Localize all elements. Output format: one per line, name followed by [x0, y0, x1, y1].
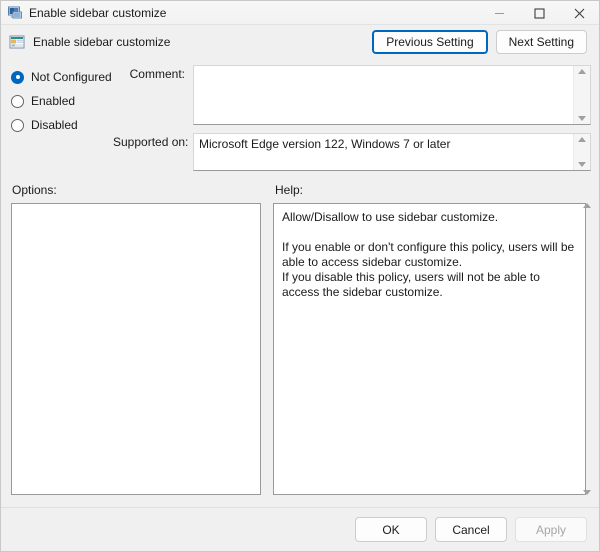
maximize-icon[interactable]: [519, 1, 559, 25]
policy-setting-dialog: Enable sidebar customize: [0, 0, 600, 552]
dialog-scrollbar[interactable]: [578, 203, 595, 495]
supported-on-field[interactable]: Microsoft Edge version 122, Windows 7 or…: [193, 133, 591, 171]
monitor-icon: [7, 5, 23, 21]
supported-on-row: Supported on: Microsoft Edge version 122…: [113, 133, 593, 171]
window-title: Enable sidebar customize: [29, 6, 166, 20]
comment-scrollbar[interactable]: [573, 66, 590, 124]
radio-enabled-mark[interactable]: [11, 95, 24, 108]
window-controls: [479, 1, 599, 25]
scroll-down-icon[interactable]: [578, 116, 586, 121]
help-panel-content: Allow/Disallow to use sidebar customize.…: [274, 204, 585, 306]
radio-disabled[interactable]: Disabled: [11, 113, 111, 137]
radio-enabled-label: Enabled: [31, 94, 75, 108]
footer-buttons: OK Cancel Apply: [355, 517, 587, 542]
help-paragraph-3: If you disable this policy, users will n…: [282, 270, 577, 300]
policy-name: Enable sidebar customize: [33, 35, 170, 49]
radio-enabled[interactable]: Enabled: [11, 89, 111, 113]
state-radio-group: Not Configured Enabled Disabled: [11, 65, 111, 137]
comment-field[interactable]: [193, 65, 591, 125]
radio-disabled-mark[interactable]: [11, 119, 24, 132]
options-panel[interactable]: [11, 203, 261, 495]
apply-button: Apply: [515, 517, 587, 542]
scroll-up-icon[interactable]: [583, 203, 591, 208]
options-label: Options:: [12, 183, 57, 197]
close-icon[interactable]: [559, 1, 599, 25]
panels-area: Allow/Disallow to use sidebar customize.…: [1, 203, 599, 507]
minimize-icon[interactable]: [479, 1, 519, 25]
scroll-up-icon[interactable]: [578, 69, 586, 74]
panel-labels-row: Options: Help:: [1, 177, 599, 203]
help-paragraph-2: If you enable or don't configure this po…: [282, 240, 577, 270]
help-panel[interactable]: Allow/Disallow to use sidebar customize.…: [273, 203, 586, 495]
policy-header-row: Enable sidebar customize Previous Settin…: [1, 25, 599, 59]
help-label: Help:: [275, 183, 303, 197]
scroll-down-icon[interactable]: [578, 162, 586, 167]
cancel-button[interactable]: Cancel: [435, 517, 507, 542]
options-panel-content: [12, 204, 260, 216]
comment-label: Comment:: [113, 65, 185, 125]
radio-not-configured-label: Not Configured: [31, 70, 112, 84]
next-setting-button[interactable]: Next Setting: [496, 30, 587, 54]
setting-nav-buttons: Previous Setting Next Setting: [372, 30, 587, 54]
supported-on-label: Supported on:: [113, 133, 185, 171]
radio-not-configured[interactable]: Not Configured: [11, 65, 111, 89]
comment-row: Comment:: [113, 65, 593, 125]
comment-value[interactable]: [194, 66, 573, 124]
title-bar: Enable sidebar customize: [1, 1, 599, 25]
dialog-footer: OK Cancel Apply: [1, 507, 599, 551]
scroll-down-icon[interactable]: [583, 490, 591, 495]
supported-on-value: Microsoft Edge version 122, Windows 7 or…: [194, 134, 573, 170]
setting-state-section: Not Configured Enabled Disabled Comment:: [1, 59, 599, 177]
previous-setting-button[interactable]: Previous Setting: [372, 30, 487, 54]
ok-button[interactable]: OK: [355, 517, 427, 542]
policy-setting-icon: [9, 34, 25, 50]
radio-not-configured-mark[interactable]: [11, 71, 24, 84]
help-paragraph-1: Allow/Disallow to use sidebar customize.: [282, 210, 577, 225]
supported-on-scrollbar[interactable]: [573, 134, 590, 170]
help-spacer: [282, 225, 577, 240]
radio-disabled-label: Disabled: [31, 118, 78, 132]
scroll-up-icon[interactable]: [578, 137, 586, 142]
